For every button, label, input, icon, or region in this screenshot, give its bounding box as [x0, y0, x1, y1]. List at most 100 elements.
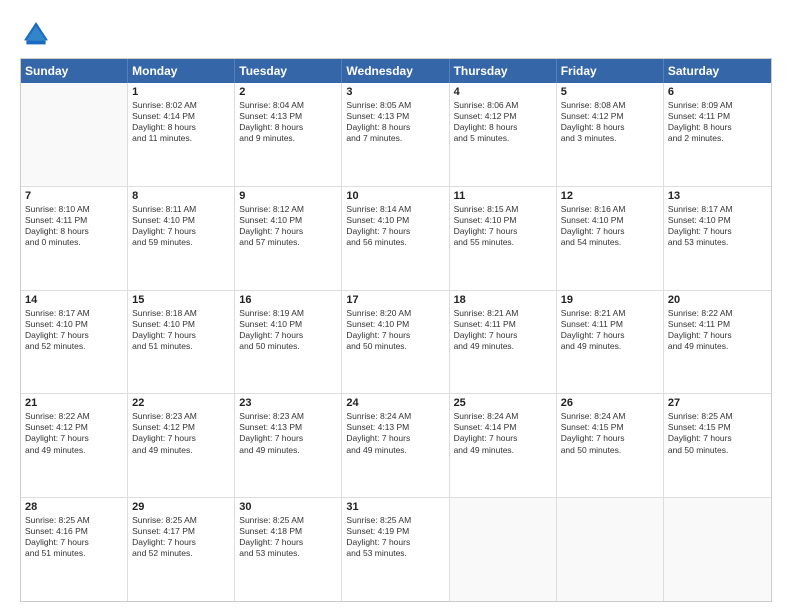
- sunrise-text: Sunrise: 8:24 AM: [454, 411, 552, 422]
- daylight-text-1: Daylight: 7 hours: [239, 433, 337, 444]
- day-number: 28: [25, 501, 123, 513]
- sunset-text: Sunset: 4:15 PM: [668, 422, 767, 433]
- day-number: 8: [132, 190, 230, 202]
- daylight-text-1: Daylight: 7 hours: [561, 433, 659, 444]
- sunrise-text: Sunrise: 8:24 AM: [561, 411, 659, 422]
- daylight-text-1: Daylight: 7 hours: [346, 226, 444, 237]
- daylight-text-2: and 56 minutes.: [346, 237, 444, 248]
- calendar-week-2: 7Sunrise: 8:10 AMSunset: 4:11 PMDaylight…: [21, 187, 771, 291]
- calendar-cell: 23Sunrise: 8:23 AMSunset: 4:13 PMDayligh…: [235, 394, 342, 497]
- daylight-text-1: Daylight: 8 hours: [668, 122, 767, 133]
- sunrise-text: Sunrise: 8:25 AM: [132, 515, 230, 526]
- sunrise-text: Sunrise: 8:08 AM: [561, 100, 659, 111]
- day-number: 26: [561, 397, 659, 409]
- sunrise-text: Sunrise: 8:19 AM: [239, 308, 337, 319]
- day-number: 24: [346, 397, 444, 409]
- daylight-text-2: and 7 minutes.: [346, 133, 444, 144]
- calendar-cell: 29Sunrise: 8:25 AMSunset: 4:17 PMDayligh…: [128, 498, 235, 601]
- sunrise-text: Sunrise: 8:21 AM: [561, 308, 659, 319]
- calendar-week-3: 14Sunrise: 8:17 AMSunset: 4:10 PMDayligh…: [21, 291, 771, 395]
- calendar-cell: [557, 498, 664, 601]
- calendar-cell: 18Sunrise: 8:21 AMSunset: 4:11 PMDayligh…: [450, 291, 557, 394]
- daylight-text-2: and 52 minutes.: [132, 548, 230, 559]
- daylight-text-2: and 49 minutes.: [346, 445, 444, 456]
- calendar-week-4: 21Sunrise: 8:22 AMSunset: 4:12 PMDayligh…: [21, 394, 771, 498]
- daylight-text-2: and 50 minutes.: [561, 445, 659, 456]
- daylight-text-2: and 50 minutes.: [346, 341, 444, 352]
- daylight-text-1: Daylight: 7 hours: [454, 330, 552, 341]
- calendar-cell: 7Sunrise: 8:10 AMSunset: 4:11 PMDaylight…: [21, 187, 128, 290]
- sunset-text: Sunset: 4:15 PM: [561, 422, 659, 433]
- sunrise-text: Sunrise: 8:22 AM: [25, 411, 123, 422]
- daylight-text-2: and 53 minutes.: [668, 237, 767, 248]
- calendar-cell: 1Sunrise: 8:02 AMSunset: 4:14 PMDaylight…: [128, 83, 235, 186]
- header-cell-monday: Monday: [128, 59, 235, 83]
- sunset-text: Sunset: 4:14 PM: [132, 111, 230, 122]
- calendar-body: 1Sunrise: 8:02 AMSunset: 4:14 PMDaylight…: [21, 83, 771, 601]
- calendar-cell: 19Sunrise: 8:21 AMSunset: 4:11 PMDayligh…: [557, 291, 664, 394]
- calendar-cell: [21, 83, 128, 186]
- header-cell-friday: Friday: [557, 59, 664, 83]
- daylight-text-2: and 49 minutes.: [25, 445, 123, 456]
- daylight-text-2: and 49 minutes.: [239, 445, 337, 456]
- header-cell-thursday: Thursday: [450, 59, 557, 83]
- daylight-text-1: Daylight: 7 hours: [454, 433, 552, 444]
- day-number: 6: [668, 86, 767, 98]
- daylight-text-1: Daylight: 7 hours: [346, 330, 444, 341]
- daylight-text-2: and 49 minutes.: [454, 341, 552, 352]
- sunset-text: Sunset: 4:13 PM: [239, 111, 337, 122]
- sunset-text: Sunset: 4:16 PM: [25, 526, 123, 537]
- sunrise-text: Sunrise: 8:25 AM: [346, 515, 444, 526]
- header: [20, 18, 772, 50]
- sunrise-text: Sunrise: 8:18 AM: [132, 308, 230, 319]
- header-cell-sunday: Sunday: [21, 59, 128, 83]
- sunset-text: Sunset: 4:11 PM: [561, 319, 659, 330]
- daylight-text-1: Daylight: 7 hours: [668, 433, 767, 444]
- calendar-cell: 10Sunrise: 8:14 AMSunset: 4:10 PMDayligh…: [342, 187, 449, 290]
- sunset-text: Sunset: 4:10 PM: [454, 215, 552, 226]
- day-number: 9: [239, 190, 337, 202]
- daylight-text-2: and 52 minutes.: [25, 341, 123, 352]
- sunset-text: Sunset: 4:10 PM: [561, 215, 659, 226]
- calendar-cell: 16Sunrise: 8:19 AMSunset: 4:10 PMDayligh…: [235, 291, 342, 394]
- daylight-text-1: Daylight: 7 hours: [132, 330, 230, 341]
- calendar: SundayMondayTuesdayWednesdayThursdayFrid…: [20, 58, 772, 602]
- sunset-text: Sunset: 4:10 PM: [132, 215, 230, 226]
- sunrise-text: Sunrise: 8:04 AM: [239, 100, 337, 111]
- daylight-text-1: Daylight: 7 hours: [25, 330, 123, 341]
- sunrise-text: Sunrise: 8:25 AM: [668, 411, 767, 422]
- daylight-text-2: and 49 minutes.: [561, 341, 659, 352]
- sunset-text: Sunset: 4:12 PM: [454, 111, 552, 122]
- sunset-text: Sunset: 4:10 PM: [239, 215, 337, 226]
- sunset-text: Sunset: 4:11 PM: [668, 319, 767, 330]
- day-number: 10: [346, 190, 444, 202]
- daylight-text-2: and 50 minutes.: [668, 445, 767, 456]
- sunset-text: Sunset: 4:17 PM: [132, 526, 230, 537]
- sunrise-text: Sunrise: 8:12 AM: [239, 204, 337, 215]
- day-number: 12: [561, 190, 659, 202]
- daylight-text-1: Daylight: 8 hours: [239, 122, 337, 133]
- sunset-text: Sunset: 4:13 PM: [239, 422, 337, 433]
- sunrise-text: Sunrise: 8:17 AM: [668, 204, 767, 215]
- day-number: 13: [668, 190, 767, 202]
- daylight-text-2: and 5 minutes.: [454, 133, 552, 144]
- daylight-text-1: Daylight: 8 hours: [346, 122, 444, 133]
- day-number: 15: [132, 294, 230, 306]
- daylight-text-2: and 55 minutes.: [454, 237, 552, 248]
- sunset-text: Sunset: 4:11 PM: [454, 319, 552, 330]
- calendar-cell: 21Sunrise: 8:22 AMSunset: 4:12 PMDayligh…: [21, 394, 128, 497]
- daylight-text-2: and 49 minutes.: [132, 445, 230, 456]
- daylight-text-1: Daylight: 7 hours: [132, 433, 230, 444]
- sunrise-text: Sunrise: 8:05 AM: [346, 100, 444, 111]
- day-number: 1: [132, 86, 230, 98]
- sunset-text: Sunset: 4:10 PM: [346, 319, 444, 330]
- calendar-cell: 28Sunrise: 8:25 AMSunset: 4:16 PMDayligh…: [21, 498, 128, 601]
- calendar-cell: 15Sunrise: 8:18 AMSunset: 4:10 PMDayligh…: [128, 291, 235, 394]
- calendar-cell: 8Sunrise: 8:11 AMSunset: 4:10 PMDaylight…: [128, 187, 235, 290]
- sunrise-text: Sunrise: 8:16 AM: [561, 204, 659, 215]
- header-cell-saturday: Saturday: [664, 59, 771, 83]
- sunrise-text: Sunrise: 8:09 AM: [668, 100, 767, 111]
- daylight-text-1: Daylight: 8 hours: [454, 122, 552, 133]
- daylight-text-2: and 49 minutes.: [454, 445, 552, 456]
- calendar-cell: 11Sunrise: 8:15 AMSunset: 4:10 PMDayligh…: [450, 187, 557, 290]
